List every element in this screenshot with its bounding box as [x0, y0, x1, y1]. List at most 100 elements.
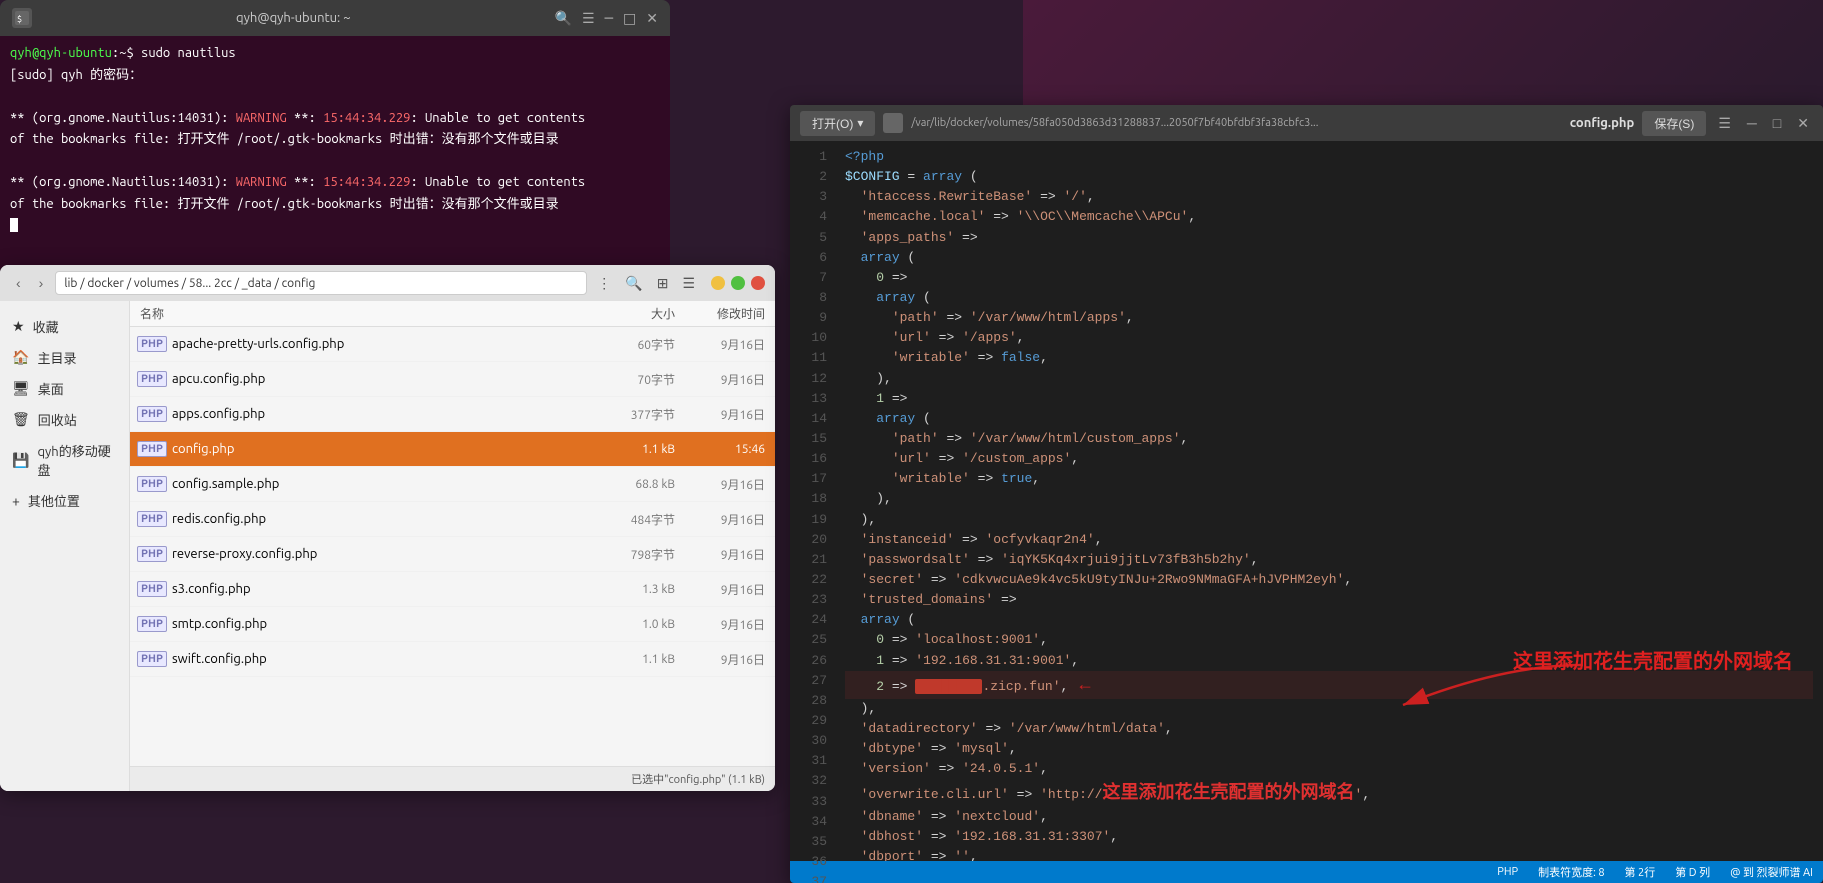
sidebar-item-home[interactable]: 🏠 主目录: [0, 342, 129, 373]
terminal-close-icon[interactable]: ✕: [646, 10, 658, 27]
code-line-7: 0 =>: [845, 268, 1813, 288]
fm-forward-button[interactable]: ›: [33, 273, 50, 293]
code-line-4: 'memcache.local' => '\\OC\\Memcache\\APC…: [845, 207, 1813, 227]
editor-menu-button[interactable]: ☰: [1714, 115, 1735, 132]
terminal-icon: $: [12, 8, 32, 28]
file-item[interactable]: PHP apps.config.php 377字节 9月16日: [130, 397, 775, 432]
php-file-icon: PHP: [140, 472, 164, 496]
editor-close-button[interactable]: ✕: [1793, 115, 1813, 132]
file-size: 798字节: [595, 546, 675, 563]
file-item[interactable]: PHP apache-pretty-urls.config.php 60字节 9…: [130, 327, 775, 362]
fm-maximize-button[interactable]: [731, 276, 745, 290]
term-line-1: qyh@qyh-ubuntu:~$ sudo nautilus: [10, 44, 660, 64]
file-name: apps.config.php: [172, 407, 595, 421]
line-number-34: 34: [790, 812, 827, 832]
terminal-body[interactable]: qyh@qyh-ubuntu:~$ sudo nautilus [sudo] q…: [0, 36, 670, 276]
status-info: @ 到 烈裂师谱 AI: [1730, 864, 1813, 880]
code-line-20: 'instanceid' => 'ocfyvkaqr2n4',: [845, 530, 1813, 550]
file-item[interactable]: PHP config.php 1.1 kB 15:46: [130, 432, 775, 467]
file-name: swift.config.php: [172, 652, 595, 666]
sidebar-item-desktop[interactable]: 🖥 桌面: [0, 373, 129, 404]
line-number-18: 18: [790, 489, 827, 509]
php-file-icon: PHP: [140, 367, 164, 391]
fm-overflow-button[interactable]: ⋮: [593, 273, 615, 294]
fm-grid-view-button[interactable]: ⊞: [653, 273, 673, 294]
file-item[interactable]: PHP swift.config.php 1.1 kB 9月16日: [130, 642, 775, 677]
file-size: 1.1 kB: [595, 653, 675, 666]
file-name: apcu.config.php: [172, 372, 595, 386]
status-col: 第 D 列: [1675, 864, 1710, 880]
terminal-win-controls[interactable]: 🔍 ☰ ─ □ ✕: [555, 10, 658, 27]
fm-breadcrumb[interactable]: lib / docker / volumes / 58... 2cc / _da…: [55, 271, 587, 295]
editor-body[interactable]: 1234567891011121314151617181920212223242…: [790, 141, 1823, 861]
file-date: 9月16日: [675, 511, 765, 528]
file-date: 9月16日: [675, 581, 765, 598]
line-number-14: 14: [790, 409, 827, 429]
line-number-15: 15: [790, 429, 827, 449]
line-number-29: 29: [790, 711, 827, 731]
file-name: s3.config.php: [172, 582, 595, 596]
line-number-32: 32: [790, 771, 827, 791]
file-size: 1.1 kB: [595, 443, 675, 456]
editor-open-button[interactable]: 打开(O) ▾: [800, 111, 875, 136]
file-item[interactable]: PHP apcu.config.php 70字节 9月16日: [130, 362, 775, 397]
line-number-8: 8: [790, 288, 827, 308]
file-item[interactable]: PHP config.sample.php 68.8 kB 9月16日: [130, 467, 775, 502]
editor-minimize-button[interactable]: ─: [1743, 115, 1761, 131]
code-line-30: 'dbtype' => 'mysql',: [845, 739, 1813, 759]
line-number-25: 25: [790, 630, 827, 650]
titlebar-left: $: [12, 8, 32, 28]
terminal-minimize-icon[interactable]: ─: [605, 10, 613, 27]
editor-statusbar: PHP 制表符宽度: 8 第 2行 第 D 列 @ 到 烈裂师谱 AI: [790, 861, 1823, 883]
code-line-12: ),: [845, 369, 1813, 389]
line-number-13: 13: [790, 389, 827, 409]
sidebar-item-other[interactable]: + 其他位置: [0, 485, 129, 516]
fm-back-button[interactable]: ‹: [10, 273, 27, 293]
file-item[interactable]: PHP smtp.config.php 1.0 kB 9月16日: [130, 607, 775, 642]
desktop-icon: 🖥: [12, 380, 30, 397]
terminal-search-icon[interactable]: 🔍: [555, 10, 572, 27]
term-cursor: [10, 218, 18, 232]
term-sudo-prompt: [sudo] qyh 的密码：: [10, 68, 142, 82]
file-date: 9月16日: [675, 546, 765, 563]
file-item[interactable]: PHP redis.config.php 484字节 9月16日: [130, 502, 775, 537]
code-line-15: 'path' => '/var/www/html/custom_apps',: [845, 429, 1813, 449]
line-number-1: 1: [790, 147, 827, 167]
terminal-menu-icon[interactable]: ☰: [582, 10, 595, 27]
code-line-23: 'trusted_domains' =>: [845, 590, 1813, 610]
fm-minimize-button[interactable]: [711, 276, 725, 290]
sidebar-item-favorites[interactable]: ★ 收藏: [0, 311, 129, 342]
open-label: 打开(O): [812, 115, 853, 132]
plus-icon: +: [12, 493, 20, 509]
line-number-30: 30: [790, 731, 827, 751]
file-name: redis.config.php: [172, 512, 595, 526]
fm-close-button[interactable]: [751, 276, 765, 290]
fm-actions: ⋮ 🔍 ⊞ ☰: [593, 273, 699, 294]
line-number-27: 27: [790, 671, 827, 691]
line-number-7: 7: [790, 268, 827, 288]
file-item[interactable]: PHP s3.config.php 1.3 kB 9月16日: [130, 572, 775, 607]
file-item[interactable]: PHP reverse-proxy.config.php 798字节 9月16日: [130, 537, 775, 572]
editor-maximize-button[interactable]: □: [1769, 115, 1785, 131]
file-size: 1.3 kB: [595, 583, 675, 596]
file-size: 60字节: [595, 336, 675, 353]
terminal-maximize-icon[interactable]: □: [623, 10, 636, 27]
editor-code[interactable]: <?php$CONFIG = array ( 'htaccess.Rewrite…: [835, 141, 1823, 861]
sidebar-item-usb[interactable]: 💾 qyh的移动硬盘: [0, 435, 129, 485]
sidebar-item-home-label: 主目录: [37, 348, 76, 367]
line-number-19: 19: [790, 510, 827, 530]
php-file-icon: PHP: [140, 542, 164, 566]
code-line-11: 'writable' => false,: [845, 348, 1813, 368]
php-file-icon: PHP: [140, 507, 164, 531]
file-size: 70字节: [595, 371, 675, 388]
sidebar-item-trash[interactable]: 🗑 回收站: [0, 404, 129, 435]
php-file-icon: PHP: [140, 577, 164, 601]
dropdown-icon: ▾: [857, 116, 863, 130]
terminal-window: $ qyh@qyh-ubuntu: ~ 🔍 ☰ ─ □ ✕ qyh@qyh-ub…: [0, 0, 670, 276]
fm-search-button[interactable]: 🔍: [621, 273, 646, 294]
fm-list-view-button[interactable]: ☰: [678, 273, 699, 294]
term-blank2: [10, 152, 660, 172]
line-number-11: 11: [790, 348, 827, 368]
editor-save-button[interactable]: 保存(S): [1642, 111, 1706, 136]
code-line-17: 'writable' => true,: [845, 469, 1813, 489]
